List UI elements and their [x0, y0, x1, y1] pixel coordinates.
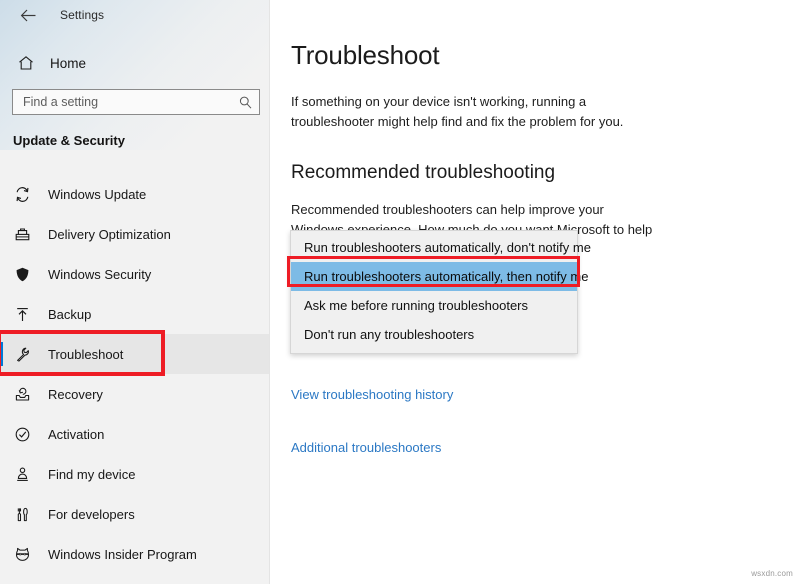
search-box[interactable]: [12, 89, 260, 115]
ninjacat-icon: [14, 546, 42, 563]
sidebar-item-find-my-device[interactable]: Find my device: [0, 454, 269, 494]
search-input[interactable]: [23, 95, 238, 109]
sidebar-item-troubleshoot[interactable]: Troubleshoot: [0, 334, 269, 374]
developer-tools-icon: [14, 506, 42, 523]
sidebar-item-windows-security[interactable]: Windows Security: [0, 254, 269, 294]
settings-window: Settings Home Updat: [0, 0, 800, 584]
view-troubleshooting-history-link[interactable]: View troubleshooting history: [291, 387, 453, 402]
sidebar-item-home[interactable]: Home: [0, 48, 269, 78]
sidebar-item-windows-update[interactable]: Windows Update: [0, 174, 269, 214]
sync-icon: [14, 186, 42, 203]
wrench-icon: [14, 346, 42, 363]
app-title: Settings: [60, 8, 105, 22]
sidebar-item-label: Backup: [48, 306, 92, 322]
sidebar-item-recovery[interactable]: Recovery: [0, 374, 269, 414]
home-icon: [6, 54, 46, 72]
sidebar-item-activation[interactable]: Activation: [0, 414, 269, 454]
sidebar-item-label: Windows Update: [48, 186, 147, 202]
back-arrow-icon[interactable]: [10, 1, 46, 29]
sidebar-item-label: Delivery Optimization: [48, 226, 171, 242]
additional-troubleshooters-link[interactable]: Additional troubleshooters: [291, 440, 441, 455]
dropdown-option[interactable]: Don't run any troubleshooters: [291, 320, 577, 349]
watermark: wsxdn.com: [751, 569, 793, 578]
delivery-box-icon: [14, 226, 42, 243]
person-locate-icon: [14, 466, 42, 483]
search-field-wrapper[interactable]: [12, 89, 260, 115]
sidebar-item-delivery-optimization[interactable]: Delivery Optimization: [0, 214, 269, 254]
page-title: Troubleshoot: [291, 40, 440, 70]
sidebar-item-label: Windows Security: [48, 266, 152, 282]
recommended-troubleshooting-dropdown[interactable]: Run troubleshooters automatically, don't…: [290, 230, 591, 354]
sidebar-nav-list: Windows Update Delivery Optimization Win…: [0, 174, 269, 574]
upload-icon: [14, 306, 42, 323]
shield-icon: [14, 266, 42, 283]
dropdown-option[interactable]: Run troubleshooters automatically, don't…: [291, 233, 591, 262]
sidebar-item-home-label: Home: [50, 55, 87, 71]
sidebar-item-windows-insider-program[interactable]: Windows Insider Program: [0, 534, 269, 574]
sidebar-item-label: Recovery: [48, 386, 103, 402]
sidebar-item-label: Activation: [48, 426, 105, 442]
dropdown-option[interactable]: Ask me before running troubleshooters: [291, 291, 577, 320]
sidebar-item-label: Find my device: [48, 466, 136, 482]
search-icon[interactable]: [238, 95, 253, 110]
sidebar-item-backup[interactable]: Backup: [0, 294, 269, 334]
sidebar-item-label: Troubleshoot: [48, 346, 124, 362]
sidebar-item-for-developers[interactable]: For developers: [0, 494, 269, 534]
recovery-tray-icon: [14, 386, 42, 403]
page-description: If something on your device isn't workin…: [291, 94, 624, 129]
dropdown-option-selected[interactable]: Run troubleshooters automatically, then …: [291, 262, 588, 291]
sidebar-item-label: Windows Insider Program: [48, 546, 197, 562]
check-circle-icon: [14, 426, 42, 443]
sidebar-item-label: For developers: [48, 506, 135, 522]
recommended-troubleshooting-title: Recommended troubleshooting: [291, 162, 556, 183]
sidebar-section-header: Update & Security: [13, 133, 125, 148]
main-content: Troubleshoot If something on your device…: [270, 0, 800, 584]
titlebar: Settings: [0, 0, 269, 30]
sidebar: Settings Home Updat: [0, 0, 270, 584]
